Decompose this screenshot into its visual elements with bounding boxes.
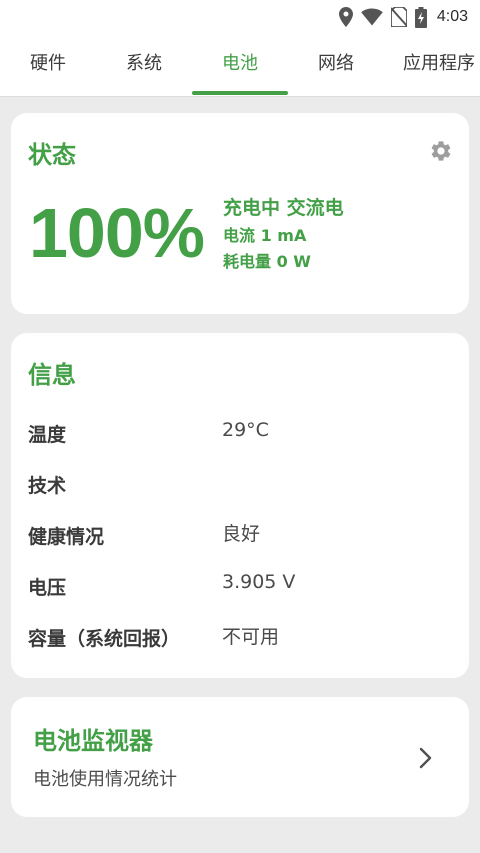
tab-indicator (192, 91, 288, 95)
tab-battery[interactable]: 电池 (192, 34, 288, 96)
power-draw: 耗电量 0 W (223, 252, 311, 271)
tab-hardware[interactable]: 硬件 (0, 34, 96, 96)
charge-current: 电流 1 mA (223, 226, 307, 245)
info-value-voltage: 3.905 V (222, 571, 296, 593)
battery-monitor-subtitle: 电池使用情况统计 (33, 769, 177, 790)
gear-icon[interactable] (429, 139, 453, 163)
wifi-icon (361, 8, 391, 26)
info-card: 信息 温度 29°C 技术 健康情况 良好 电压 3.905 V 容量（系统回报… (11, 333, 469, 678)
status-card-title: 状态 (28, 141, 76, 169)
status-time: 4:03 (436, 8, 468, 25)
battery-percent: 100% (29, 194, 205, 272)
info-label-voltage: 电压 (28, 577, 67, 599)
charge-state: 充电中 交流电 (223, 197, 344, 219)
status-card: 状态 100% 充电中 交流电 电流 1 mA 耗电量 0 W (11, 113, 469, 314)
info-value-temperature: 29°C (222, 419, 269, 441)
chevron-right-icon[interactable] (415, 746, 435, 770)
battery-monitor-card[interactable]: 电池监视器 电池使用情况统计 (11, 697, 469, 817)
battery-charging-icon (414, 6, 435, 28)
status-icons: 4:03 (338, 6, 468, 28)
no-sim-icon (390, 7, 415, 27)
info-label-health: 健康情况 (28, 526, 105, 548)
tab-apps[interactable]: 应用程序 (384, 34, 480, 96)
tab-system[interactable]: 系统 (96, 34, 192, 96)
status-bar: 4:03 (0, 0, 480, 34)
tab-network[interactable]: 网络 (288, 34, 384, 96)
info-label-capacity: 容量（系统回报） (28, 628, 181, 650)
tab-bar: 硬件 系统 电池 网络 应用程序 (0, 34, 480, 97)
location-icon (338, 7, 361, 27)
info-label-temperature: 温度 (28, 424, 67, 446)
info-card-title: 信息 (28, 361, 76, 389)
info-value-health: 良好 (222, 523, 261, 545)
info-label-technology: 技术 (28, 475, 67, 497)
battery-monitor-title: 电池监视器 (33, 727, 153, 755)
info-value-capacity: 不可用 (222, 626, 280, 648)
